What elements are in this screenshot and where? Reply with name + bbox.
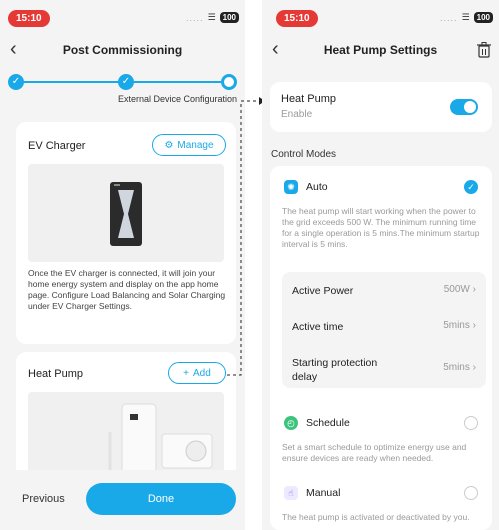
schedule-mode-option[interactable]: ◴ Schedule [284,416,350,430]
schedule-description: Set a smart schedule to optimize energy … [282,442,467,463]
active-time-value: 5mins [443,320,470,331]
enable-label: Enable [281,109,313,120]
control-modes-card: ✺ Auto ✓ The heat pump will start workin… [270,166,492,530]
add-button[interactable]: + Add [168,362,226,384]
add-label: Add [193,367,211,379]
manual-description: The heat pump is activated or deactivate… [282,512,470,522]
step-label: External Device Configuration [117,94,237,104]
hand-icon: ☝ [284,486,298,500]
done-button[interactable]: Done [86,483,236,515]
active-time-row[interactable]: Active time 5mins › [282,320,486,340]
active-power-value-group: 500W › [444,284,476,295]
active-power-value: 500W [443,284,470,295]
ev-charger-card: EV Charger ⚙ Manage Once the EV charger … [16,122,236,344]
starting-protection-delay-value-group: 5mins › [443,362,476,373]
plus-icon: + [183,367,190,379]
active-time-value-group: 5mins › [443,320,476,331]
step-1-complete-icon: ✓ [8,74,24,90]
auto-settings-panel: Active Power 500W › Active time 5mins › … [282,272,486,388]
starting-protection-delay-label: Starting protection delay [292,357,378,383]
page-title: Heat Pump Settings [323,43,438,57]
ev-charger-description: Once the EV charger is connected, it wil… [28,268,226,311]
status-bar: 15:10 ..... ☰ 100 [262,10,499,30]
chevron-right-icon: › [472,320,476,331]
battery-indicator: 100 [219,12,239,23]
auto-mode-option[interactable]: ✺ Auto [284,180,328,194]
status-icons: ..... ☰ 100 [440,12,493,23]
wifi-icon: ☰ [207,12,216,22]
back-icon[interactable]: ‹ [10,38,17,61]
schedule-radio[interactable] [464,416,478,430]
manual-label: Manual [306,487,341,499]
clock-icon: ◴ [284,416,298,430]
step-2-complete-icon: ✓ [118,74,134,90]
starting-protection-delay-row[interactable]: Starting protection delay 5mins › [282,356,486,386]
active-power-row[interactable]: Active Power 500W › [282,284,486,304]
auto-mode-icon: ✺ [284,180,298,194]
auto-description: The heat pump will start working when th… [282,206,480,249]
manual-radio[interactable] [464,486,478,500]
chevron-right-icon: › [472,362,476,373]
header: ‹ Post Commissioning [0,36,245,64]
status-time: 15:10 [276,10,318,27]
signal-icon: ..... [440,12,458,23]
status-bar: 15:10 ..... ☰ 100 [0,10,245,30]
ev-charger-title: EV Charger [28,140,86,152]
back-icon[interactable]: ‹ [272,38,279,61]
heat-pump-settings-screen: 15:10 ..... ☰ 100 ‹ Heat Pump Settings H… [262,0,499,530]
connector-arrow [227,97,265,376]
heat-pump-label: Heat Pump [281,93,337,105]
chevron-right-icon: › [472,284,476,295]
toggle-knob [464,101,476,113]
auto-radio[interactable]: ✓ [464,180,478,194]
gear-icon: ⚙ [164,139,174,151]
heat-pump-title: Heat Pump [28,368,84,380]
battery-indicator: 100 [473,12,493,23]
starting-protection-delay-value: 5mins [443,362,470,373]
manage-label: Manage [177,139,214,151]
page-title: Post Commissioning [62,43,183,57]
auto-label: Auto [306,181,328,193]
signal-icon: ..... [186,12,204,23]
ev-charger-image [28,164,224,262]
control-modes-label: Control Modes [271,149,337,160]
bottom-bar: Previous Done [0,470,245,530]
step-3-current-icon [221,74,237,90]
trash-icon[interactable] [477,42,491,58]
post-commissioning-screen: 15:10 ..... ☰ 100 ‹ Post Commissioning ✓… [0,0,245,530]
ev-charger-illustration [110,182,142,246]
schedule-label: Schedule [306,417,350,429]
status-time: 15:10 [8,10,50,27]
header: ‹ Heat Pump Settings [262,36,499,64]
previous-button[interactable]: Previous [22,493,65,505]
active-time-label: Active time [292,321,344,333]
wifi-icon: ☰ [461,12,470,22]
enable-toggle[interactable] [450,99,478,115]
active-power-label: Active Power [292,285,354,297]
manage-button[interactable]: ⚙ Manage [152,134,226,156]
status-icons: ..... ☰ 100 [186,12,239,23]
progress-stepper: ✓ ✓ [8,70,237,92]
heat-pump-enable-card: Heat Pump Enable [270,82,492,132]
manual-mode-option[interactable]: ☝ Manual [284,486,340,500]
